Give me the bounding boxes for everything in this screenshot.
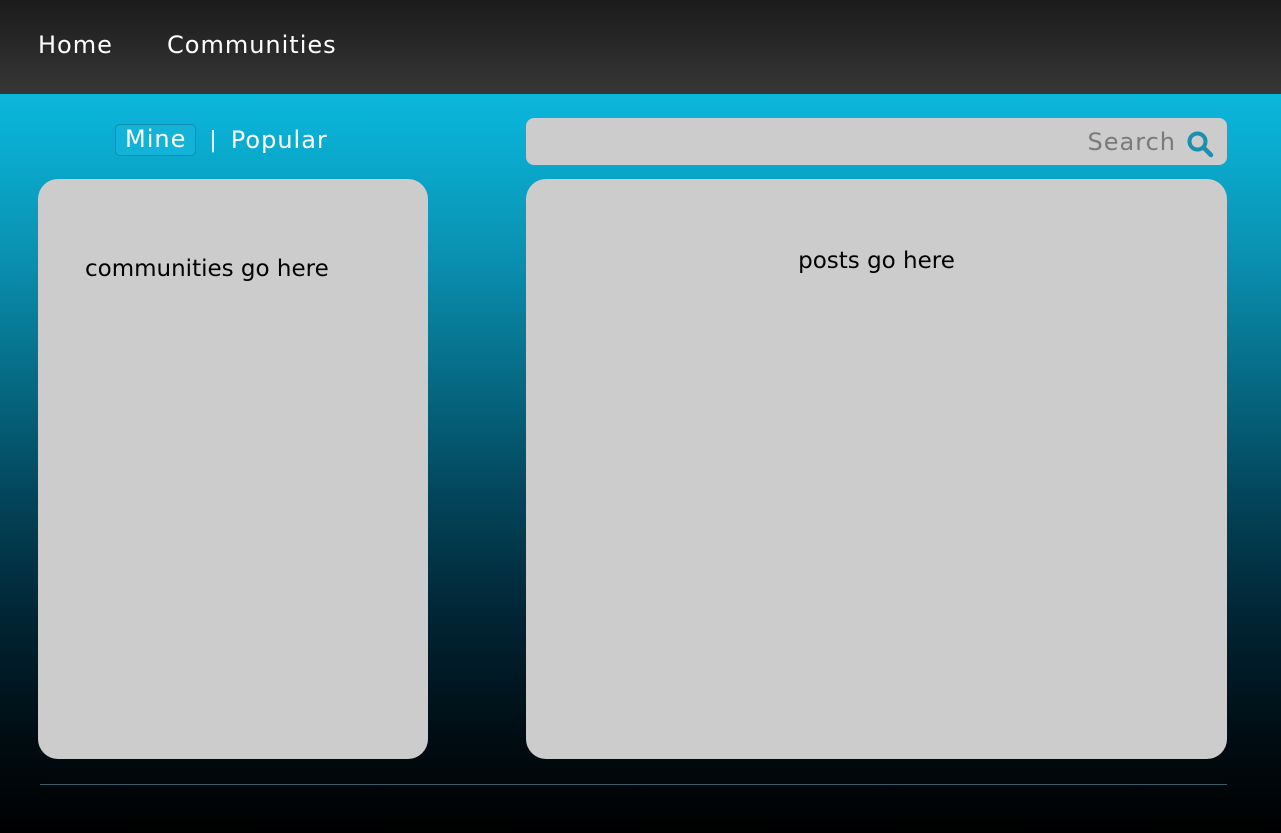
- top-navigation-bar: Home Communities: [0, 0, 1281, 94]
- communities-placeholder-text: communities go here: [85, 256, 329, 282]
- search-input[interactable]: [536, 118, 1176, 165]
- footer-divider: [40, 784, 1227, 785]
- community-filter-tabs: Mine | Popular: [115, 124, 328, 156]
- posts-panel: posts go here: [526, 179, 1227, 759]
- tab-separator: |: [209, 127, 217, 153]
- communities-panel: communities go here: [38, 179, 428, 759]
- tab-mine[interactable]: Mine: [115, 124, 197, 156]
- nav-communities-link[interactable]: Communities: [167, 31, 337, 59]
- tab-popular[interactable]: Popular: [231, 126, 328, 154]
- nav-home-link[interactable]: Home: [38, 31, 113, 59]
- posts-placeholder-text: posts go here: [798, 248, 955, 274]
- search-bar: [526, 118, 1227, 165]
- search-icon[interactable]: [1186, 130, 1214, 158]
